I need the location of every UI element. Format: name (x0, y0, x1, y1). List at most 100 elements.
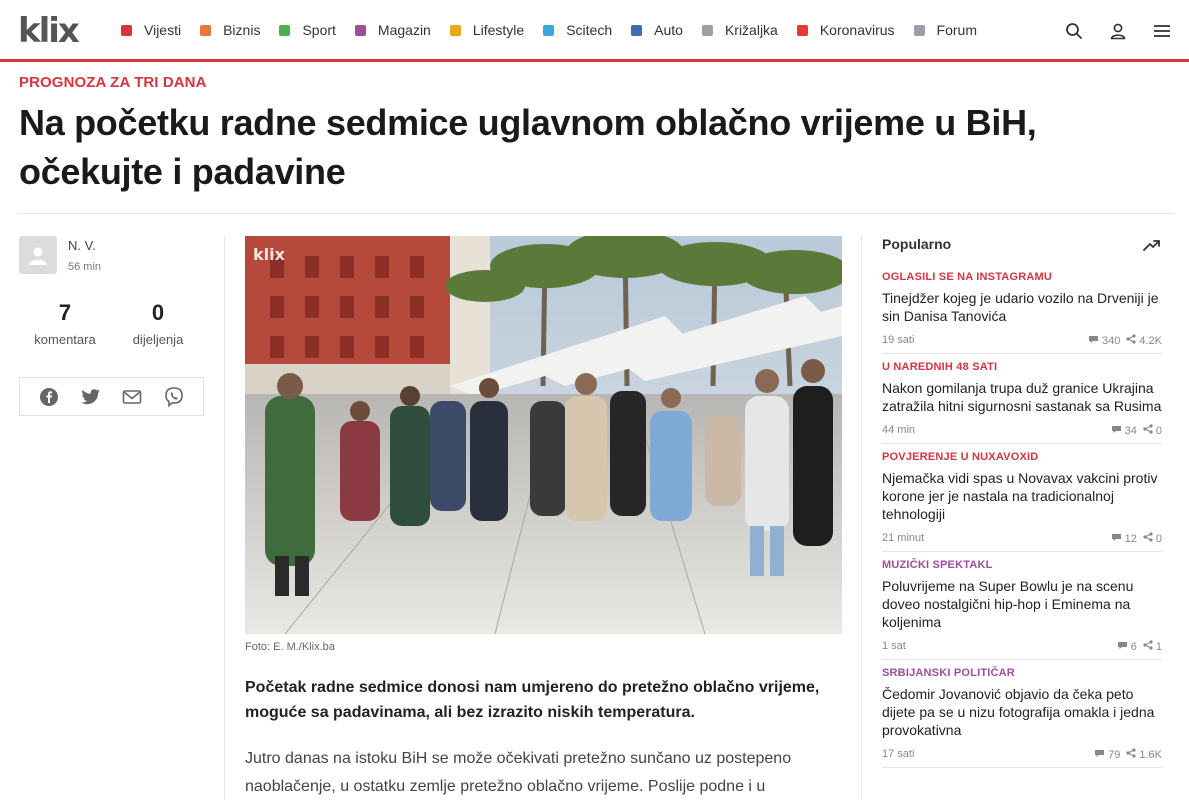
popular-item-counts: 61 (1111, 640, 1162, 653)
popular-item-kicker: POVJERENJE U NUXAVOXID (882, 451, 1039, 463)
popular-item-kicker: U NAREDNIH 48 SATI (882, 361, 998, 373)
nav-item-križaljka[interactable]: Križaljka (701, 22, 778, 38)
popular-item-headline[interactable]: Poluvrijeme na Super Bowlu je na scenu d… (882, 577, 1162, 631)
share-icon (1126, 748, 1136, 761)
nav-item-auto[interactable]: Auto (631, 22, 683, 38)
top-navigation-bar: klix Vijesti Biznis Sport Magazin Lifestyle S… (0, 0, 1189, 62)
nav-color-dot (701, 24, 713, 36)
article-kicker: PROGNOZA ZA TRI DANA (19, 74, 207, 91)
author-name[interactable]: N. V. (68, 238, 96, 253)
search-icon[interactable] (1063, 20, 1085, 42)
comment-icon (1111, 533, 1122, 545)
nav-color-dot (200, 24, 212, 36)
article-photo[interactable]: klix (245, 236, 842, 634)
popular-item-comments: 12 (1124, 532, 1137, 545)
avatar[interactable] (19, 236, 57, 274)
column-divider (224, 236, 225, 800)
popular-list: OGLASILI SE NA INSTAGRAMU Tinejdžer kojeg… (882, 264, 1162, 768)
popular-item-shares: 0 (1155, 424, 1162, 437)
popular-item-counts: 340 4.2K (1082, 334, 1162, 347)
trending-icon[interactable] (1142, 236, 1162, 254)
facebook-icon[interactable] (38, 386, 60, 408)
popular-item[interactable]: MUZIČKI SPEKTAKL Poluvrijeme na Super Bow… (882, 552, 1162, 660)
popular-title: Popularno (882, 236, 952, 252)
popular-item-headline[interactable]: Tinejdžer kojeg je udario vozilo na Drve… (882, 289, 1162, 325)
main-nav: Vijesti Biznis Sport Magazin Lifestyle Scitec… (121, 22, 996, 38)
nav-item-label: Lifestyle (472, 22, 525, 38)
popular-item-comments: 34 (1124, 424, 1137, 437)
popular-item-comments: 340 (1102, 334, 1121, 347)
column-divider (861, 236, 862, 800)
nav-color-dot (279, 24, 291, 36)
share-icon (1143, 532, 1153, 545)
nav-item-vijesti[interactable]: Vijesti (121, 22, 181, 38)
user-icon[interactable] (1107, 20, 1129, 42)
popular-item[interactable]: POVJERENJE U NUXAVOXID Njemačka vidi spas… (882, 444, 1162, 552)
menu-icon[interactable] (1151, 20, 1173, 42)
popular-item-time: 1 sat (882, 640, 906, 652)
publish-time: 56 min (68, 261, 102, 273)
nav-color-dot (796, 24, 808, 36)
twitter-icon[interactable] (80, 386, 102, 408)
share-icon (1126, 334, 1136, 347)
popular-item-meta: 19 sati 340 4.2K (882, 334, 1162, 347)
popular-item-headline[interactable]: Čedomir Jovanović objavio da čeka peto d… (882, 685, 1162, 739)
nav-item-lifestyle[interactable]: Lifestyle (449, 22, 525, 38)
article-title: Na početku radne sedmice uglavnom oblačn… (19, 102, 1037, 192)
popular-item-shares: 1 (1155, 640, 1162, 653)
klix-logo[interactable]: klix (18, 14, 80, 48)
shares-count: 0 (151, 300, 165, 325)
popular-item[interactable]: OGLASILI SE NA INSTAGRAMU Tinejdžer kojeg… (882, 264, 1162, 354)
share-buttons (19, 377, 204, 416)
popular-item[interactable]: U NAREDNIH 48 SATI Nakon gomilanja trupa … (882, 354, 1162, 444)
popular-item-kicker: MUZIČKI SPEKTAKL (882, 559, 993, 571)
nav-item-label: Biznis (223, 22, 261, 38)
article-lead: Početak radne sedmice donosi nam umjeren… (245, 679, 820, 721)
popular-item-time: 19 sati (882, 334, 915, 346)
popular-item-meta: 1 sat 6 1 (882, 640, 1162, 653)
divider (19, 213, 1174, 214)
share-icon (1143, 640, 1153, 653)
popular-item-time: 21 minut (882, 532, 925, 544)
comment-icon (1111, 425, 1122, 437)
nav-item-label: Vijesti (144, 22, 182, 38)
comments-stat[interactable]: 7 komentara (28, 300, 102, 347)
nav-item-label: Sport (302, 22, 336, 38)
nav-item-label: Magazin (377, 22, 431, 38)
popular-item[interactable]: SRBIJANSKI POLITIČAR Čedomir Jovanović ob… (882, 660, 1162, 768)
nav-item-label: Koronavirus (819, 22, 895, 38)
popular-item-counts: 12 0 (1105, 532, 1162, 545)
nav-item-scitech[interactable]: Scitech (543, 22, 612, 38)
popular-item-comments: 79 (1108, 748, 1121, 761)
nav-item-label: Forum (936, 22, 977, 38)
nav-item-label: Križaljka (724, 22, 778, 38)
popular-item-time: 17 sati (882, 748, 915, 760)
nav-color-dot (543, 24, 555, 36)
popular-item-shares: 1.6K (1139, 748, 1162, 761)
nav-item-forum[interactable]: Forum (913, 22, 977, 38)
nav-item-label: Scitech (566, 22, 613, 38)
email-icon[interactable] (121, 386, 143, 408)
popular-item-meta: 21 minut 12 0 (882, 532, 1162, 545)
nav-color-dot (913, 24, 925, 36)
popular-item-headline[interactable]: Nakon gomilanja trupa duž granice Ukraji… (882, 379, 1162, 415)
comments-label: komentara (34, 332, 96, 347)
popular-item-shares: 0 (1155, 532, 1162, 545)
nav-item-label: Auto (654, 22, 683, 38)
popular-item-counts: 79 1.6K (1088, 748, 1162, 761)
photo-watermark: klix (253, 245, 286, 264)
nav-item-magazin[interactable]: Magazin (354, 22, 431, 38)
nav-color-dot (631, 24, 643, 36)
popular-item-comments: 6 (1130, 640, 1137, 653)
article-body: Jutro danas na istoku BiH se može očekiv… (245, 750, 792, 795)
popular-item-meta: 44 min 34 0 (882, 424, 1162, 437)
share-icon (1143, 424, 1153, 437)
nav-item-koronavirus[interactable]: Koronavirus (796, 22, 895, 38)
nav-item-sport[interactable]: Sport (279, 22, 336, 38)
comment-icon (1094, 749, 1105, 761)
popular-item-headline[interactable]: Njemačka vidi spas u Novavax vakcini pro… (882, 469, 1162, 523)
nav-item-biznis[interactable]: Biznis (200, 22, 260, 38)
popular-item-meta: 17 sati 79 1.6K (882, 748, 1162, 761)
photo-credit: Foto: E. M./Klix.ba (245, 641, 335, 653)
viber-icon[interactable] (163, 386, 185, 408)
